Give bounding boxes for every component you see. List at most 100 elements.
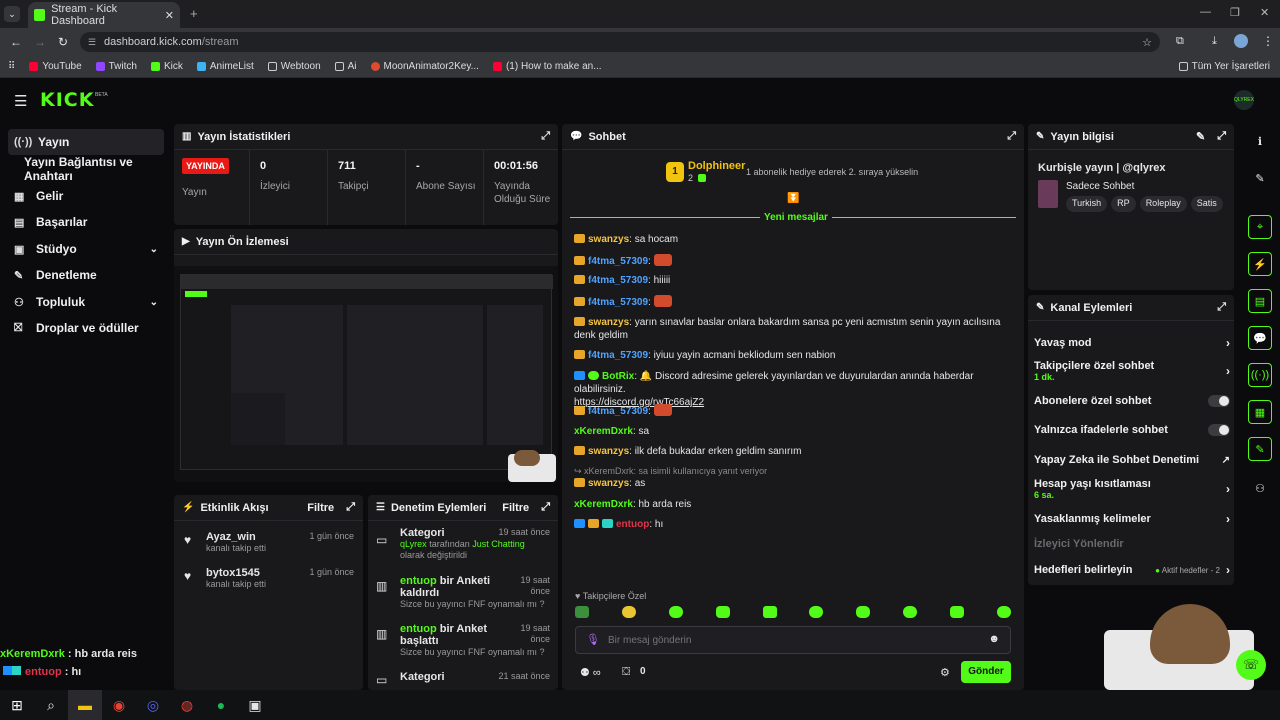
channel-points-icon[interactable]: ⚉ ∞ [580, 666, 601, 679]
action-account-age[interactable]: Hesap yaşı kısıtlaması 6 sa. › [1034, 478, 1230, 500]
community-icon[interactable]: ⚇ [1248, 476, 1272, 500]
chat-message[interactable]: f4tma_57309: iyiuu yayin acmani bekliodu… [574, 349, 1014, 362]
clipboard-icon[interactable]: ▤ [1248, 289, 1272, 313]
chat-bubble-icon[interactable]: 💬 [1248, 326, 1272, 350]
edit-icon[interactable]: ✎ [1248, 166, 1272, 190]
bookmark-youtube[interactable]: YouTube [29, 61, 82, 72]
bookmark-animelist[interactable]: AnimeList [196, 61, 254, 72]
edit-pencil-icon[interactable]: ✎ [1196, 130, 1205, 143]
emote-icon[interactable] [668, 606, 683, 618]
spotify-icon[interactable]: ● [204, 690, 238, 720]
extensions-icon[interactable]: ⧉ [1176, 35, 1184, 48]
chat-message[interactable]: f4tma_57309: [574, 254, 1014, 268]
sidebar-item-stream-key[interactable]: Yayın Bağlantısı ve Anahtarı [24, 155, 174, 183]
sidebar-item-denetleme[interactable]: ✎ Denetleme [8, 262, 164, 288]
sidebar-item-yayin[interactable]: ((·)) Yayın [8, 129, 164, 155]
sidebar-item-studyo[interactable]: ▣ Stüdyo ⌄ [8, 236, 164, 262]
chat-message[interactable]: f4tma_57309: [574, 295, 1014, 309]
emote-icon[interactable] [762, 606, 777, 618]
user-avatar[interactable]: QLYREX [1234, 90, 1254, 110]
bookmark-kick[interactable]: Kick [150, 61, 183, 72]
expand-icon[interactable]: ⤢ [1007, 130, 1016, 143]
tag[interactable]: Turkish [1066, 196, 1108, 212]
sidebar-item-topluluk[interactable]: ⚇ Topluluk ⌄ [8, 289, 164, 315]
forward-icon[interactable]: → [34, 35, 46, 49]
browser-tab-kick[interactable]: Stream - Kick Dashboard ✕ [28, 2, 180, 28]
bookmark-ai[interactable]: Ai [334, 61, 357, 72]
pinned-gift-banner[interactable]: 1 Dolphineer 2 1 abonelik hediye ederek … [664, 158, 964, 186]
bookmark-how-to[interactable]: (1) How to make an... [492, 61, 602, 72]
chat-message[interactable]: xKeremDxrk: sa [574, 425, 1014, 438]
microphone-icon[interactable]: 🎙 [586, 633, 600, 646]
bookmark-twitch[interactable]: Twitch [95, 61, 137, 72]
info-icon[interactable]: ℹ [1248, 129, 1272, 153]
emote-only-toggle[interactable] [1208, 424, 1230, 436]
profile-avatar-icon[interactable] [1234, 34, 1248, 48]
chat-message[interactable]: f4tma_57309: [574, 404, 1014, 418]
downloads-icon[interactable]: ⤓ [1212, 35, 1217, 48]
action-banned-words[interactable]: Yasaklanmış kelimeler › [1034, 512, 1230, 526]
emote-icon[interactable] [950, 606, 964, 618]
emote-icon[interactable] [715, 606, 730, 618]
support-chat-button[interactable]: ☏ [1236, 650, 1266, 680]
subscribers-only-toggle[interactable] [1208, 395, 1230, 407]
chat-message-input[interactable] [608, 632, 978, 648]
action-followers-only[interactable]: Takipçilere özel sohbet 1 dk. › [1034, 360, 1230, 382]
scroll-down-icon[interactable]: ⏬ [787, 193, 799, 204]
action-ai-moderation[interactable]: Yapay Zeka ile Sohbet Denetimi ↗ [1034, 454, 1230, 466]
expand-icon[interactable]: ⤢ [541, 130, 550, 143]
new-tab-button[interactable]: + [190, 6, 198, 21]
chat-message[interactable]: swanzys: sa hocam [574, 233, 1014, 246]
capcut-icon[interactable]: ▣ [238, 690, 272, 720]
emote-icon[interactable] [809, 606, 824, 618]
filter-button[interactable]: Filtre [307, 502, 334, 514]
emoji-picker-icon[interactable]: ☻ [988, 633, 1000, 645]
reload-icon[interactable]: ↻ [58, 35, 68, 49]
expand-icon[interactable]: ⤢ [1217, 130, 1226, 143]
tag[interactable]: RP [1111, 196, 1136, 212]
broadcast-icon[interactable]: ((·)) [1248, 363, 1272, 387]
hamburger-menu-icon[interactable]: ☰ [14, 92, 27, 110]
chrome-icon[interactable]: ◉ [102, 690, 136, 720]
chat-message[interactable]: swanzys: yarın sınavlar baslar onlara ba… [574, 316, 1014, 342]
browser-menu-icon[interactable]: ⋮ [1262, 34, 1274, 48]
apps-grid-icon[interactable]: ⠿ [8, 61, 15, 72]
expand-icon[interactable]: ⤢ [541, 501, 550, 514]
close-window-icon[interactable]: ✕ [1260, 6, 1269, 19]
minimize-window-icon[interactable]: — [1200, 6, 1211, 18]
app-icon[interactable]: ◍ [170, 690, 204, 720]
lightning-icon[interactable]: ⚡ [1248, 252, 1272, 276]
tag[interactable]: Satis [1190, 196, 1223, 212]
kick-logo[interactable]: KICK [40, 89, 94, 111]
chat-message[interactable]: entuop: hı [574, 518, 1014, 531]
sidebar-item-gelir[interactable]: ▦ Gelir [8, 183, 164, 209]
camera-focus-icon[interactable]: ⌖ [1248, 215, 1272, 239]
search-icon[interactable]: ⌕ [34, 690, 68, 720]
site-info-icon[interactable]: ☰ [88, 37, 96, 48]
windows-start-icon[interactable]: ⊞ [0, 690, 34, 720]
address-bar[interactable]: ☰ dashboard.kick.com/stream ☆ [80, 32, 1160, 52]
all-bookmarks[interactable]: Tüm Yer İşaretleri [1178, 61, 1270, 72]
gift-box-icon[interactable]: ⛋ [622, 666, 630, 679]
filter-button[interactable]: Filtre [502, 502, 529, 514]
chat-message[interactable]: f4tma_57309: hiiiii [574, 274, 1014, 287]
tab-search-button[interactable]: ⌄ [4, 6, 20, 22]
file-explorer-icon[interactable]: ▬ [68, 690, 102, 720]
restore-window-icon[interactable]: ❐ [1230, 6, 1240, 19]
bookmark-webtoon[interactable]: Webtoon [267, 61, 321, 72]
sidebar-item-drops[interactable]: ⛝ Droplar ve ödüller [8, 315, 164, 341]
action-slow-mode[interactable]: Yavaş mod › [1034, 336, 1230, 350]
bookmark-moonanimator[interactable]: MoonAnimator2Key... [370, 61, 479, 72]
chat-settings-icon[interactable]: ⚙ [940, 666, 950, 679]
bookmark-star-icon[interactable]: ☆ [1142, 36, 1152, 49]
discord-icon[interactable]: ◎ [136, 690, 170, 720]
emote-icon[interactable] [903, 606, 918, 618]
expand-icon[interactable]: ⤢ [346, 501, 355, 514]
emote-icon[interactable] [856, 606, 871, 618]
layout-icon[interactable]: ▦ [1248, 400, 1272, 424]
back-icon[interactable]: ← [10, 35, 22, 49]
close-tab-icon[interactable]: ✕ [165, 9, 174, 22]
expand-icon[interactable]: ⤢ [1217, 301, 1226, 314]
tag[interactable]: Roleplay [1139, 196, 1187, 212]
send-button[interactable]: Gönder [961, 661, 1011, 683]
